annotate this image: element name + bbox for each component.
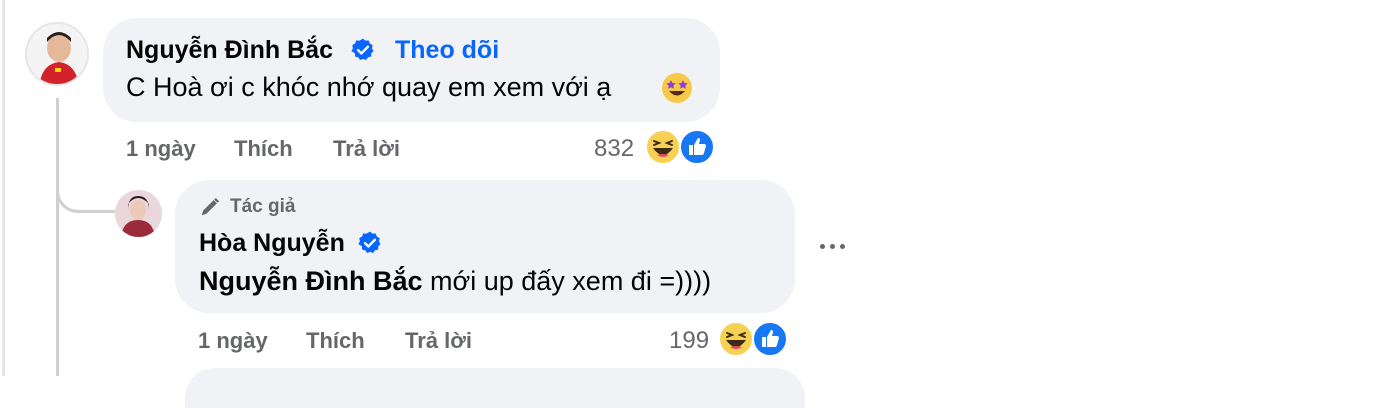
reply-reactions[interactable] <box>718 321 788 357</box>
pen-icon <box>201 197 220 216</box>
reply-like-button[interactable]: Thích <box>306 328 365 354</box>
haha-reaction-icon <box>645 129 681 165</box>
reply-reply-button[interactable]: Trả lời <box>405 328 472 354</box>
verified-badge-icon <box>351 38 374 60</box>
thread-branch <box>56 185 116 213</box>
follow-button[interactable]: Theo dõi <box>395 36 499 65</box>
reply-reaction-count[interactable]: 199 <box>669 327 709 355</box>
reaction-count[interactable]: 832 <box>594 135 634 163</box>
reply-message: mới up đấy xem đi =)))) <box>422 266 712 296</box>
more-options-icon[interactable] <box>812 234 852 258</box>
next-comment-bubble <box>185 368 805 408</box>
star-struck-emoji-icon <box>662 73 692 103</box>
avatar[interactable] <box>25 22 89 86</box>
like-button[interactable]: Thích <box>234 136 293 162</box>
reply-button[interactable]: Trả lời <box>333 136 400 162</box>
verified-badge-icon <box>358 231 381 253</box>
comment-text: C Hoà ơi c khóc nhớ quay em xem với ạ <box>126 72 612 102</box>
reply-author[interactable]: Hòa Nguyễn <box>199 229 345 258</box>
haha-reaction-icon <box>718 321 754 357</box>
reply-avatar[interactable] <box>115 190 162 237</box>
reactions[interactable] <box>645 129 715 165</box>
author-badge: Tác giả <box>230 196 296 217</box>
thread-line <box>56 98 59 376</box>
comment-author[interactable]: Nguyễn Đình Bắc <box>126 36 333 65</box>
like-reaction-icon <box>679 129 715 165</box>
reply-timestamp[interactable]: 1 ngày <box>198 328 268 354</box>
comment-bubble <box>103 18 720 122</box>
comment-timestamp[interactable]: 1 ngày <box>126 136 196 162</box>
like-reaction-icon <box>752 321 788 357</box>
thread-line-left <box>2 0 5 376</box>
mention-link[interactable]: Nguyễn Đình Bắc <box>199 266 423 296</box>
reply-text: Nguyễn Đình Bắc mới up đấy xem đi =)))) <box>199 266 711 297</box>
